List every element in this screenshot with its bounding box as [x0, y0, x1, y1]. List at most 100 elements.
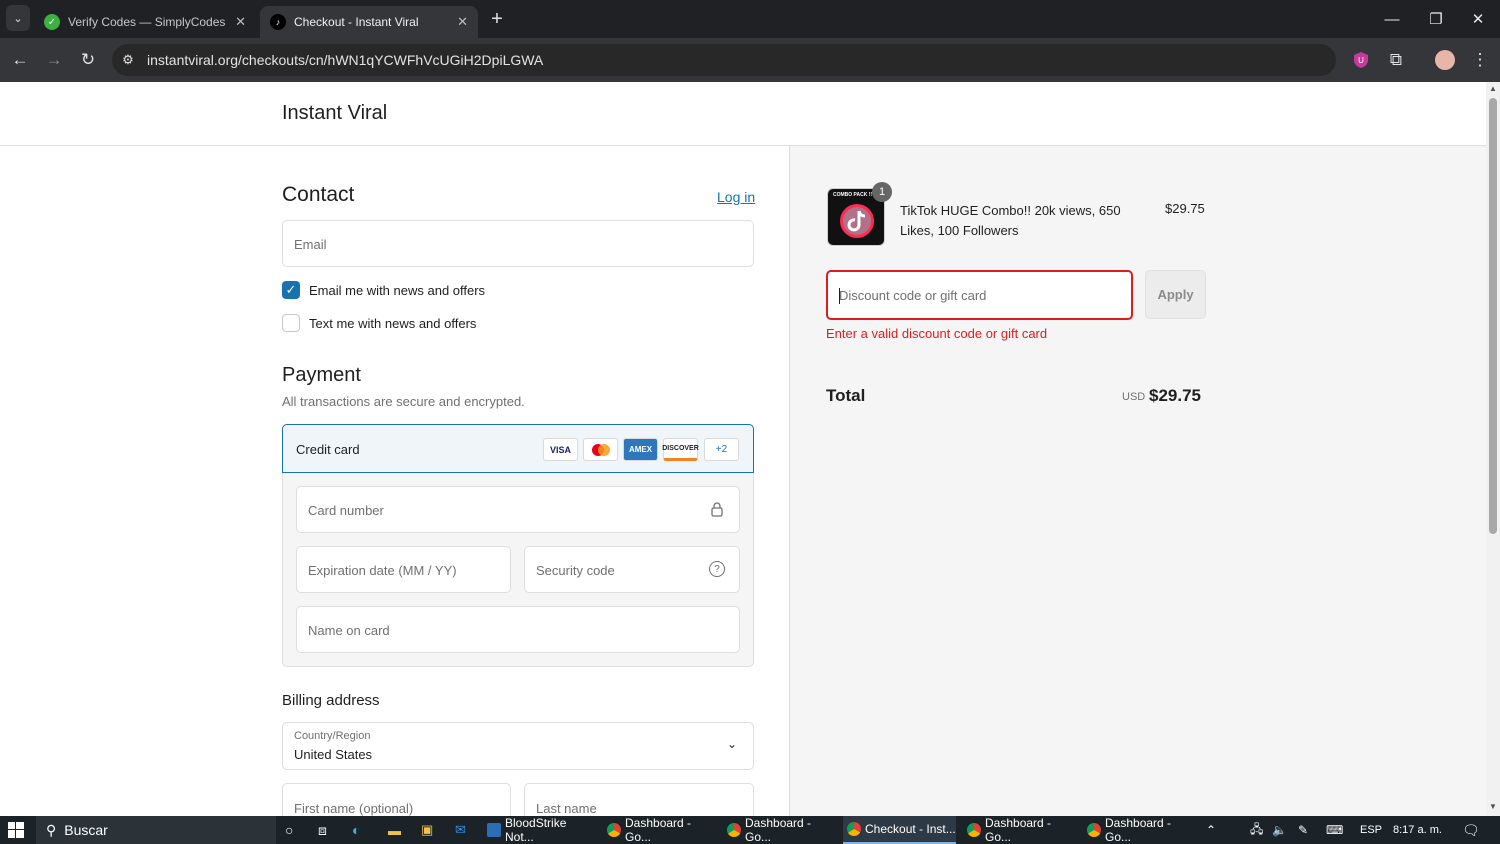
- credit-card-option[interactable]: Credit card VISA AMEX DISCOVER +2: [282, 424, 754, 473]
- new-tab-button[interactable]: +: [483, 5, 511, 33]
- tray-clock[interactable]: 8:17 a. m.: [1393, 816, 1442, 844]
- extension-shield-icon[interactable]: U: [1347, 46, 1375, 74]
- search-icon: ⚲: [46, 821, 57, 838]
- edge-icon[interactable]: ◐: [352, 816, 360, 844]
- taskbar-app-chrome[interactable]: Dashboard - Go...: [963, 816, 1076, 844]
- taskbar-app-chrome[interactable]: Dashboard - Go...: [603, 816, 716, 844]
- notification-center-icon[interactable]: 🗨: [1462, 816, 1480, 844]
- page-scrollbar[interactable]: ▲ ▼: [1486, 82, 1500, 816]
- tab-search-button[interactable]: ⌄: [6, 5, 30, 31]
- discover-icon: DISCOVER: [662, 438, 699, 461]
- close-tab-icon[interactable]: ✕: [235, 14, 246, 30]
- quantity-badge: 1: [872, 182, 892, 202]
- store-icon[interactable]: ▣: [421, 816, 433, 844]
- mail-icon[interactable]: ✉: [455, 816, 466, 844]
- tray-pen-icon[interactable]: ✎: [1298, 816, 1308, 844]
- expiration-date-field[interactable]: Expiration date (MM / YY): [296, 546, 511, 593]
- security-code-placeholder: Security code: [536, 563, 615, 578]
- taskbar-app-chrome-active[interactable]: Checkout - Inst...: [843, 816, 956, 844]
- store-name[interactable]: Instant Viral: [282, 102, 387, 125]
- payment-subtitle: All transactions are secure and encrypte…: [282, 394, 525, 409]
- login-link[interactable]: Log in: [717, 189, 755, 205]
- tab-checkout[interactable]: ♪ Checkout - Instant Viral ✕: [260, 6, 478, 38]
- chrome-icon: [607, 823, 621, 837]
- email-news-label: Email me with news and offers: [309, 283, 486, 298]
- product-thumb-text: COMBO PACK !!: [833, 192, 873, 198]
- back-button[interactable]: ←: [6, 46, 34, 74]
- taskbar-app-bloodstrike[interactable]: BloodStrike Not...: [483, 816, 596, 844]
- total-currency: USD: [1122, 391, 1146, 403]
- product-title: TikTok HUGE Combo!! 20k views, 650 Likes…: [900, 203, 1121, 238]
- checkout-header: Instant Viral: [0, 82, 1486, 146]
- last-name-field[interactable]: Last name: [524, 783, 754, 816]
- scrollbar-thumb[interactable]: [1489, 98, 1497, 534]
- lock-icon: [710, 501, 724, 522]
- country-label: Country/Region: [294, 730, 371, 742]
- scroll-up-arrow-icon[interactable]: ▲: [1489, 84, 1497, 93]
- search-label: Buscar: [64, 822, 108, 838]
- help-question-icon[interactable]: ?: [709, 561, 725, 577]
- tray-volume-icon[interactable]: 🔈: [1272, 816, 1287, 844]
- first-name-placeholder: First name (optional): [294, 801, 414, 816]
- visa-icon: VISA: [543, 438, 578, 461]
- close-tab-icon[interactable]: ✕: [457, 14, 468, 30]
- close-window-button[interactable]: ✕: [1456, 0, 1500, 38]
- apply-label: Apply: [1157, 287, 1194, 302]
- product-price: $29.75: [1165, 201, 1205, 216]
- extensions-puzzle-icon[interactable]: ⧉: [1382, 46, 1410, 74]
- app-label: Dashboard - Go...: [1105, 816, 1172, 844]
- app-label: BloodStrike Not...: [505, 816, 567, 844]
- email-placeholder: Email: [294, 237, 327, 252]
- expiration-placeholder: Expiration date (MM / YY): [308, 563, 457, 578]
- tray-keyboard-icon[interactable]: ⌨: [1326, 816, 1343, 844]
- tab-simplycodes[interactable]: ✓ Verify Codes — SimplyCodes ✕: [34, 6, 256, 38]
- profile-avatar[interactable]: [1431, 46, 1459, 74]
- tray-network-icon[interactable]: 🖧: [1250, 816, 1263, 844]
- svg-text:U: U: [1358, 56, 1364, 65]
- taskbar-app-chrome[interactable]: Dashboard - Go...: [723, 816, 836, 844]
- text-news-checkbox[interactable]: [282, 314, 300, 332]
- cortana-icon[interactable]: ○: [285, 816, 293, 844]
- windows-start-icon[interactable]: [8, 816, 26, 844]
- url-text[interactable]: instantviral.org/checkouts/cn/hWN1qYCWFh…: [147, 52, 543, 68]
- checkout-page: Instant Viral Contact Log in Email ✓ Ema…: [0, 82, 1486, 816]
- first-name-field[interactable]: First name (optional): [282, 783, 511, 816]
- card-number-field[interactable]: Card number: [296, 486, 740, 533]
- restore-button[interactable]: ❐: [1414, 0, 1458, 38]
- apply-button[interactable]: Apply: [1145, 270, 1206, 319]
- minimize-button[interactable]: —: [1370, 0, 1414, 38]
- site-info-icon[interactable]: ⚙: [114, 46, 142, 74]
- email-news-checkbox[interactable]: ✓: [282, 281, 300, 299]
- more-brands-badge: +2: [704, 438, 739, 461]
- total-label: Total: [826, 386, 866, 405]
- name-on-card-field[interactable]: Name on card: [296, 606, 740, 653]
- discount-code-field[interactable]: Discount code or gift card: [826, 270, 1133, 320]
- taskbar-app-chrome[interactable]: Dashboard - Go...: [1083, 816, 1196, 844]
- email-field[interactable]: Email: [282, 220, 754, 267]
- contact-heading: Contact: [282, 183, 355, 206]
- scroll-down-arrow-icon[interactable]: ▼: [1489, 802, 1497, 811]
- taskbar-search-box[interactable]: ⚲ Buscar: [36, 816, 276, 844]
- mastercard-icon: [583, 438, 618, 461]
- country-value: United States: [294, 747, 373, 762]
- tiktok-favicon-icon: ♪: [270, 14, 286, 30]
- chrome-icon: [1087, 823, 1101, 837]
- reload-button[interactable]: ↻: [74, 46, 102, 74]
- tray-language[interactable]: ESP: [1360, 816, 1382, 844]
- task-view-icon[interactable]: ⧈: [318, 816, 327, 844]
- app-label: Dashboard - Go...: [985, 816, 1052, 844]
- security-code-field[interactable]: Security code ?: [524, 546, 740, 593]
- simplycodes-favicon-icon: ✓: [44, 14, 60, 30]
- chrome-icon: [847, 822, 861, 836]
- forward-button[interactable]: →: [40, 46, 68, 74]
- tray-chevron-up-icon[interactable]: ⌃: [1206, 816, 1216, 844]
- chevron-down-icon: ⌄: [727, 737, 738, 751]
- file-explorer-icon[interactable]: ▬: [388, 816, 401, 844]
- country-select[interactable]: Country/Region United States ⌄: [282, 722, 754, 770]
- name-on-card-placeholder: Name on card: [308, 623, 390, 638]
- app-label: Dashboard - Go...: [745, 816, 812, 844]
- browser-tab-strip: ⌄ ✓ Verify Codes — SimplyCodes ✕ ♪ Check…: [0, 0, 1500, 38]
- browser-menu-icon[interactable]: ⋮: [1466, 46, 1494, 74]
- card-number-placeholder: Card number: [308, 503, 384, 518]
- windows-taskbar: ⚲ Buscar ○ ⧈ ◐ ▬ ▣ ✉ BloodStrike Not... …: [0, 816, 1500, 844]
